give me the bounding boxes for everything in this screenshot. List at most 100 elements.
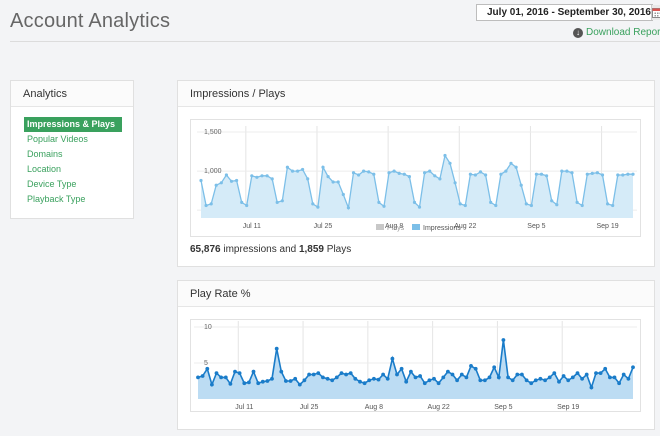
data-point bbox=[392, 169, 396, 173]
series-area bbox=[198, 340, 633, 399]
data-point bbox=[399, 366, 404, 371]
data-point bbox=[478, 170, 483, 174]
data-point bbox=[302, 378, 307, 383]
y-tick-label: 10 bbox=[204, 324, 212, 331]
data-point bbox=[557, 379, 561, 384]
data-point bbox=[555, 203, 559, 207]
data-point bbox=[443, 153, 447, 158]
sidebar-item-location[interactable]: Location bbox=[24, 162, 133, 177]
legend-plays-label: Plays bbox=[387, 225, 405, 232]
data-point bbox=[325, 376, 330, 381]
data-point bbox=[351, 171, 356, 175]
data-point bbox=[534, 172, 538, 176]
calendar-icon[interactable] bbox=[651, 5, 660, 20]
x-tick-label: Sep 5 bbox=[527, 223, 545, 230]
data-point bbox=[270, 376, 274, 381]
data-point bbox=[381, 372, 385, 377]
data-point bbox=[209, 202, 213, 206]
data-point bbox=[228, 382, 233, 386]
data-point bbox=[565, 169, 569, 173]
data-point bbox=[229, 179, 234, 183]
data-point bbox=[362, 169, 366, 173]
download-icon: ↓ bbox=[573, 27, 583, 38]
data-point bbox=[524, 202, 528, 206]
data-point bbox=[288, 379, 293, 383]
impressions-plays-panel: Impressions / Plays Jul 11 Jul 25 Aug 8 Aug… bbox=[177, 80, 655, 267]
data-point bbox=[469, 364, 473, 368]
rate-chart-frame: Jul 11 Jul 25 Aug 8 Aug 22 Sep 5 Sep 19 10 5 bbox=[190, 319, 641, 412]
data-point bbox=[529, 203, 533, 208]
data-point bbox=[353, 376, 358, 381]
data-point bbox=[219, 375, 223, 380]
data-point bbox=[418, 374, 422, 378]
data-point bbox=[296, 169, 300, 173]
data-point bbox=[612, 375, 617, 380]
sidebar-title: Analytics bbox=[11, 81, 133, 107]
download-report-label: Download Report bbox=[586, 27, 660, 38]
data-point bbox=[293, 376, 298, 381]
sidebar-item-playback-type[interactable]: Playback Type bbox=[24, 192, 133, 207]
data-point bbox=[595, 171, 599, 175]
data-point bbox=[510, 378, 515, 383]
sidebar-item-domains[interactable]: Domains bbox=[24, 147, 133, 162]
data-point bbox=[422, 381, 427, 386]
data-point bbox=[483, 378, 487, 383]
data-point bbox=[566, 378, 571, 383]
data-point bbox=[478, 378, 483, 383]
x-tick-label: Aug 22 bbox=[428, 404, 450, 411]
impressions-chart-frame: Jul 11 Jul 25 Aug 8 Aug 22 Sep 5 Sep 19 1,500 1… bbox=[190, 119, 641, 237]
y-tick-label: 5 bbox=[204, 360, 208, 367]
impressions-panel-title: Impressions / Plays bbox=[178, 81, 654, 107]
data-point bbox=[496, 375, 501, 380]
date-range-picker[interactable]: July 01, 2016 - September 30, 2016 bbox=[476, 4, 660, 21]
data-point bbox=[290, 169, 295, 173]
play-rate-chart[interactable]: Jul 11 Jul 25 Aug 8 Aug 22 Sep 5 Sep 19 10 5 bbox=[191, 320, 640, 411]
data-point bbox=[341, 192, 345, 197]
data-point bbox=[575, 200, 579, 204]
data-point bbox=[606, 202, 610, 206]
data-point bbox=[450, 372, 455, 377]
x-tick-label: Jul 25 bbox=[314, 223, 333, 230]
data-point bbox=[358, 379, 362, 384]
data-point bbox=[545, 174, 549, 178]
data-point bbox=[413, 375, 418, 380]
data-point bbox=[580, 376, 584, 381]
data-point bbox=[247, 380, 251, 385]
sidebar-item-device-type[interactable]: Device Type bbox=[24, 177, 133, 192]
data-point bbox=[501, 338, 506, 342]
data-point bbox=[417, 205, 422, 209]
data-point bbox=[552, 371, 557, 375]
data-point bbox=[224, 173, 228, 177]
data-point bbox=[509, 161, 513, 165]
data-point bbox=[423, 171, 427, 175]
sidebar-item-popular-videos[interactable]: Popular Videos bbox=[24, 132, 133, 147]
summary-end-text: Plays bbox=[326, 244, 352, 255]
x-tick-label: Jul 11 bbox=[243, 223, 261, 230]
data-point bbox=[468, 172, 472, 176]
data-point bbox=[446, 369, 450, 374]
data-point bbox=[344, 372, 348, 377]
data-point bbox=[529, 381, 534, 386]
summary-mid-text: impressions and bbox=[223, 244, 297, 255]
data-point bbox=[255, 175, 259, 179]
sidebar-item-impressions-plays[interactable]: Impressions & Plays bbox=[24, 117, 122, 132]
data-point bbox=[214, 183, 218, 187]
download-report-link[interactable]: ↓ Download Report bbox=[573, 27, 660, 38]
data-point bbox=[407, 175, 411, 179]
data-point bbox=[233, 369, 237, 374]
analytics-sidebar: Analytics Impressions & Plays Popular Vi… bbox=[10, 80, 134, 219]
data-point bbox=[367, 170, 371, 174]
data-point bbox=[570, 375, 575, 380]
data-point bbox=[589, 385, 594, 390]
data-point bbox=[382, 204, 386, 208]
data-point bbox=[499, 172, 503, 176]
impressions-chart[interactable]: Jul 11 Jul 25 Aug 8 Aug 22 Sep 5 Sep 191,5001… bbox=[191, 120, 640, 236]
data-point bbox=[570, 171, 574, 175]
data-point bbox=[514, 165, 518, 169]
data-point bbox=[547, 375, 552, 380]
data-point bbox=[297, 382, 302, 387]
data-point bbox=[473, 366, 478, 371]
x-tick-label: Aug 8 bbox=[365, 404, 383, 411]
data-point bbox=[250, 174, 254, 178]
data-point bbox=[301, 167, 305, 172]
